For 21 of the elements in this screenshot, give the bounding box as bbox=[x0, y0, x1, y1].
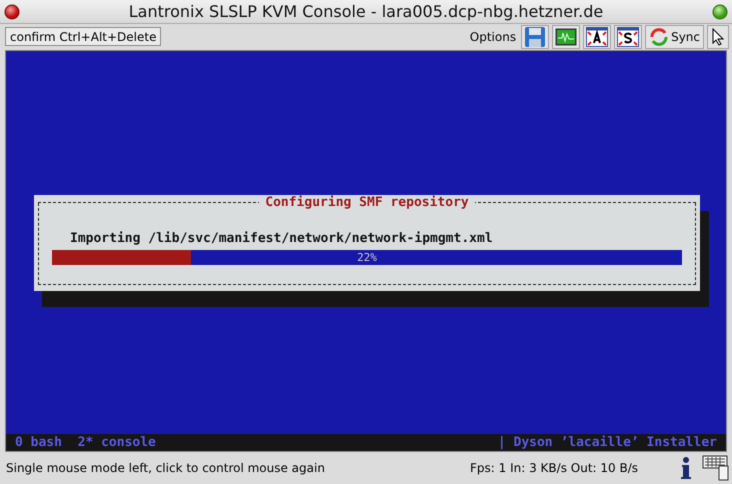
letter-s-icon[interactable] bbox=[617, 26, 640, 46]
keyboard-icon[interactable] bbox=[702, 455, 730, 481]
installer-label: | Dyson ’lacaille’ Installer bbox=[498, 434, 717, 452]
sync-button[interactable]: Sync bbox=[645, 24, 704, 48]
monitor-icon[interactable] bbox=[555, 28, 578, 46]
maximize-icon[interactable] bbox=[712, 4, 728, 20]
dialog-title: Configuring SMF repository bbox=[259, 195, 475, 211]
confirm-ctrl-alt-delete-button[interactable]: confirm Ctrl+Alt+Delete bbox=[5, 27, 162, 46]
info-icon[interactable] bbox=[678, 456, 694, 480]
progress-reading: 22% bbox=[357, 252, 377, 263]
close-icon[interactable] bbox=[4, 4, 20, 20]
options-label: Options bbox=[470, 28, 516, 46]
pointer-icon[interactable] bbox=[710, 28, 726, 46]
console-screen[interactable]: Configuring SMF repository Importing /lib/svc/manifest/network/network-ipmgmt.xml 22% 0 bash 2* console | Dyson ’lacaille’ Installer bbox=[5, 50, 727, 452]
transfer-stats: Fps: 1 In: 3 KB/s Out: 10 B/s bbox=[470, 460, 638, 477]
refresh-icon bbox=[649, 26, 670, 46]
status-message: Single mouse mode left, click to control mouse again bbox=[6, 460, 325, 477]
terminal-windows: 0 bash 2* console bbox=[15, 432, 156, 452]
window-title: Lantronix SLSLP KVM Console - lara005.dcp-nbg.hetzner.de bbox=[128, 0, 604, 22]
letter-a-icon[interactable] bbox=[586, 26, 608, 46]
import-message: Importing /lib/svc/manifest/network/network-ipmgmt.xml bbox=[70, 231, 493, 246]
